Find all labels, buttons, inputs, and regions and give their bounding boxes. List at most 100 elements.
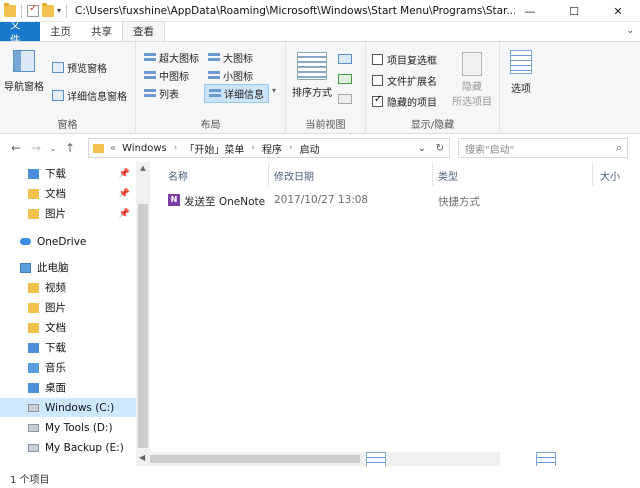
search-input[interactable]: 搜索"启动" ⌕ — [458, 138, 628, 158]
breadcrumb-chevron-icon[interactable]: › — [251, 143, 255, 153]
breadcrumb-windows[interactable]: Windows — [122, 143, 167, 154]
options-group: 选项 — [500, 42, 544, 134]
file-extensions-label: 文件扩展名 — [387, 77, 437, 88]
nav-item-downloads[interactable]: 下载 — [0, 338, 136, 357]
layout-details[interactable]: 详细信息 — [204, 84, 269, 103]
nav-item-onedrive[interactable]: OneDrive — [0, 232, 136, 251]
navigation-pane-scrollbar[interactable]: ▲ ▼ — [136, 162, 150, 466]
column-name[interactable]: 名称 — [168, 168, 188, 183]
add-columns-icon[interactable] — [338, 74, 352, 84]
folder-icon — [28, 282, 39, 293]
nav-item-drive-e[interactable]: My Backup (E:) — [0, 438, 136, 457]
column-divider[interactable] — [432, 162, 433, 186]
details-pane-button[interactable]: 详细信息窗格 — [52, 88, 127, 103]
layout-list[interactable]: 列表 — [144, 86, 179, 101]
extra-large-icons-icon — [144, 52, 156, 63]
hidden-items-toggle[interactable]: 隐藏的项目 — [372, 94, 437, 109]
breadcrumb-start-menu[interactable]: 「开始」菜单 — [184, 141, 244, 156]
column-modified[interactable]: 修改日期 — [274, 168, 314, 183]
breadcrumb-chevron-icon[interactable]: › — [289, 143, 293, 153]
file-extensions-toggle[interactable]: 文件扩展名 — [372, 73, 437, 88]
forward-arrow-icon[interactable]: → — [26, 141, 46, 155]
nav-item-videos[interactable]: 视频 — [0, 278, 136, 297]
show-hide-group-label: 显示/隐藏 — [410, 120, 455, 131]
folder-icon[interactable] — [4, 2, 16, 17]
nav-item-documents-quick[interactable]: 文档 📌 — [0, 184, 136, 203]
group-by-icon[interactable] — [338, 54, 352, 64]
nav-item-drive-d[interactable]: My Tools (D:) — [0, 418, 136, 437]
hidden-items-checkbox[interactable] — [372, 94, 383, 107]
folder-icon — [28, 322, 39, 333]
breadcrumb-chevron-icon[interactable]: › — [174, 143, 178, 153]
options-button[interactable]: 选项 — [510, 50, 532, 95]
properties-icon[interactable] — [27, 3, 39, 17]
hide-selected-items-button[interactable]: 隐藏 所选项目 — [452, 52, 492, 108]
layout-medium-icons[interactable]: 中图标 — [144, 68, 189, 83]
nav-item-music[interactable]: 音乐 — [0, 358, 136, 377]
nav-item-pictures[interactable]: 图片 — [0, 298, 136, 317]
new-folder-icon[interactable] — [42, 2, 54, 17]
layout-large-icons[interactable]: 大图标 — [208, 50, 253, 65]
nav-item-pictures-quick[interactable]: 图片 📌 — [0, 204, 136, 223]
item-checkboxes-toggle[interactable]: 项目复选框 — [372, 52, 437, 67]
maximize-button[interactable]: ☐ — [552, 0, 596, 22]
item-checkboxes-label: 项目复选框 — [387, 56, 437, 67]
layout-more-arrow-icon[interactable]: ▾ — [272, 86, 276, 95]
size-columns-icon[interactable] — [338, 94, 352, 104]
file-row[interactable]: N 发送至 OneNote 2017/10/27 13:08 快捷方式 — [164, 192, 634, 210]
nav-item-desktop[interactable]: 桌面 — [0, 378, 136, 397]
scroll-up-icon[interactable]: ▲ — [136, 164, 150, 172]
pin-icon[interactable]: 📌 — [119, 209, 130, 219]
nav-item-downloads-quick[interactable]: 下载 📌 — [0, 164, 136, 183]
address-dropdown-icon[interactable]: ⌄ — [413, 143, 431, 154]
onedrive-icon — [20, 238, 31, 245]
pin-icon[interactable]: 📌 — [119, 189, 130, 199]
refresh-icon[interactable]: ↻ — [431, 143, 449, 154]
sort-by-label: 排序方式 — [292, 88, 332, 99]
sort-by-icon — [297, 52, 327, 80]
tab-view[interactable]: 查看 — [122, 21, 165, 41]
layout-extra-large-icons[interactable]: 超大图标 — [144, 50, 199, 65]
column-size[interactable]: 大小 — [600, 168, 620, 183]
nav-item-documents[interactable]: 文档 — [0, 318, 136, 337]
scrollbar-thumb[interactable] — [138, 204, 148, 448]
minimize-button[interactable]: — — [508, 0, 552, 22]
nav-item-label: 桌面 — [45, 382, 66, 394]
expand-ribbon-icon[interactable]: ⌄ — [626, 26, 634, 36]
recent-locations-icon[interactable]: ⌄ — [46, 144, 60, 153]
back-arrow-icon[interactable]: ← — [6, 141, 26, 155]
navigation-pane-button[interactable]: 导航窗格 — [4, 50, 44, 93]
customize-toolbar-arrow-icon[interactable]: ▾ — [57, 6, 61, 15]
address-bar[interactable]: « Windows › 「开始」菜单 › 程序 › 启动 ⌄ ↻ — [88, 138, 450, 158]
separator — [21, 3, 22, 18]
downloads-icon — [28, 168, 39, 179]
column-type[interactable]: 类型 — [438, 168, 458, 183]
item-checkboxes-checkbox[interactable] — [372, 54, 383, 65]
search-icon[interactable]: ⌕ — [616, 141, 622, 155]
breadcrumb-startup[interactable]: 启动 — [300, 141, 320, 156]
nav-item-this-pc[interactable]: 此电脑 — [0, 258, 136, 277]
folder-icon — [28, 208, 39, 219]
large-icons-icon — [208, 52, 220, 63]
layout-small-icons[interactable]: 小图标 — [208, 68, 253, 83]
column-divider[interactable] — [592, 162, 593, 186]
tab-share[interactable]: 共享 — [81, 22, 122, 41]
sort-by-button[interactable]: 排序方式 — [292, 52, 332, 99]
file-extensions-checkbox[interactable] — [372, 75, 383, 86]
file-list-horizontal-scrollbar[interactable]: ◀ — [136, 452, 500, 466]
tab-file[interactable]: 文件 — [0, 19, 40, 46]
up-arrow-icon[interactable]: ↑ — [60, 141, 80, 155]
onenote-shortcut-icon: N — [168, 194, 180, 206]
tab-home[interactable]: 主页 — [40, 22, 81, 41]
preview-pane-button[interactable]: 预览窗格 — [52, 60, 107, 75]
column-divider[interactable] — [268, 162, 269, 186]
scrollbar-thumb[interactable] — [150, 455, 360, 463]
breadcrumb-programs[interactable]: 程序 — [262, 141, 282, 156]
pin-icon[interactable]: 📌 — [119, 169, 130, 179]
nav-item-drive-c[interactable]: Windows (C:) — [0, 398, 136, 417]
scroll-left-icon[interactable]: ◀ — [139, 453, 145, 462]
close-button[interactable]: ✕ — [596, 0, 640, 22]
drive-icon — [28, 443, 39, 452]
breadcrumb-overflow[interactable]: « — [110, 143, 116, 154]
navigation-pane-label: 导航窗格 — [4, 82, 44, 93]
